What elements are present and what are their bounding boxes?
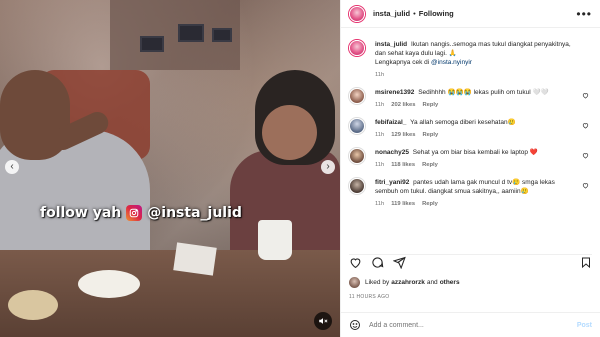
comment-item: msirene1392 Sedihhhh 😭😭😭 lekas pulih om … xyxy=(349,88,592,108)
comment-username[interactable]: msirene1392 xyxy=(375,89,414,96)
reply-button[interactable]: Reply xyxy=(422,102,438,108)
more-icon[interactable]: ••• xyxy=(576,8,592,20)
following-button[interactable]: Following xyxy=(419,9,454,18)
avatar[interactable] xyxy=(349,148,365,164)
scene-napkin xyxy=(173,242,217,276)
heart-icon[interactable] xyxy=(582,92,589,99)
comment-likes[interactable]: 129 likes xyxy=(391,132,415,138)
likes-others[interactable]: others xyxy=(440,279,460,286)
comment-text: Ya allah semoga diberi kesehatan🥲 xyxy=(410,119,516,126)
avatar[interactable] xyxy=(349,118,365,134)
scene-tv xyxy=(178,24,204,42)
scene-tv xyxy=(140,36,164,52)
reply-button[interactable]: Reply xyxy=(422,162,438,168)
comment-username[interactable]: fitri_yani92 xyxy=(375,179,409,186)
post-side-panel: insta_julid • Following ••• insta_julid … xyxy=(340,0,600,337)
scene-food xyxy=(8,290,58,320)
post-action-bar xyxy=(349,254,592,270)
heart-icon[interactable] xyxy=(582,152,589,159)
likes-and: and xyxy=(426,279,438,286)
comment-item: fitri_yani92 pantes udah lama gak muncul… xyxy=(349,178,592,207)
avatar[interactable] xyxy=(349,178,365,194)
comment-composer: Add a comment... Post xyxy=(341,312,600,337)
avatar[interactable] xyxy=(349,40,365,56)
comment-username[interactable]: febifaizal_ xyxy=(375,119,406,126)
post-comment-button[interactable]: Post xyxy=(577,322,592,329)
caption-link[interactable]: @insta.nyinyir xyxy=(431,59,472,66)
comment-likes[interactable]: 119 likes xyxy=(391,201,415,207)
reply-button[interactable]: Reply xyxy=(422,132,438,138)
comment-icon[interactable] xyxy=(371,256,384,269)
comment-username[interactable]: nonachy25 xyxy=(375,149,409,156)
comment-time: 11h xyxy=(375,132,385,138)
scene-mug xyxy=(258,220,292,260)
header-separator: • xyxy=(413,9,416,18)
heart-icon[interactable] xyxy=(349,256,362,269)
comment-item: febifaizal_ Ya allah semoga diberi keseh… xyxy=(349,118,592,138)
chevron-right-icon: › xyxy=(326,161,330,172)
post-caption: insta_julid Ikutan nangis..semoga mas tu… xyxy=(349,40,592,78)
comment-item: nonachy25 Sehat ya om biar bisa kembali … xyxy=(349,148,592,168)
avatar[interactable] xyxy=(349,5,365,22)
bookmark-icon[interactable] xyxy=(580,256,592,269)
mute-icon xyxy=(319,318,328,324)
likes-prefix: Liked by xyxy=(365,279,390,286)
post-media[interactable]: follow yah @insta_julid ‹ › xyxy=(0,0,340,337)
comment-time: 11h xyxy=(375,162,385,168)
emoji-icon[interactable] xyxy=(349,319,361,331)
previous-media-button[interactable]: ‹ xyxy=(5,160,19,174)
chevron-left-icon: ‹ xyxy=(10,161,14,172)
reply-button[interactable]: Reply xyxy=(422,201,438,207)
scene-person-right-face xyxy=(262,105,317,160)
comment-text: Sedihhhh 😭😭😭 lekas pulih om tukul 🤍🤍 xyxy=(418,89,549,96)
avatar[interactable] xyxy=(349,277,360,288)
comment-likes[interactable]: 118 likes xyxy=(391,162,415,168)
share-icon[interactable] xyxy=(393,256,406,269)
comment-text: Sehat ya om biar bisa kembali ke laptop … xyxy=(412,149,538,156)
caption-text-2: Lengkapnya cek di xyxy=(375,59,430,66)
post-username[interactable]: insta_julid xyxy=(373,9,410,18)
comments-list[interactable]: insta_julid Ikutan nangis..semoga mas tu… xyxy=(341,34,600,249)
next-media-button[interactable]: › xyxy=(321,160,335,174)
comment-input[interactable]: Add a comment... xyxy=(369,322,577,329)
scene-plate xyxy=(78,270,140,298)
post-timestamp: 11 HOURS AGO xyxy=(349,294,390,300)
comment-time: 11h xyxy=(375,102,385,108)
scene-tv xyxy=(212,28,232,42)
scene-table xyxy=(0,250,340,337)
caption-username[interactable]: insta_julid xyxy=(375,41,407,48)
comment-time: 11h xyxy=(375,201,385,207)
caption-time: 11h xyxy=(375,72,385,78)
watermark-text: follow yah xyxy=(40,205,122,221)
video-watermark: follow yah @insta_julid xyxy=(40,205,242,221)
watermark-handle: @insta_julid xyxy=(147,205,242,221)
post-header: insta_julid • Following ••• xyxy=(341,0,600,28)
avatar[interactable] xyxy=(349,88,365,104)
instagram-icon xyxy=(126,205,143,221)
mute-button[interactable] xyxy=(314,312,332,330)
heart-icon[interactable] xyxy=(582,182,589,189)
likes-user[interactable]: azzahrorzk xyxy=(391,279,425,286)
comment-likes[interactable]: 202 likes xyxy=(391,102,415,108)
heart-icon[interactable] xyxy=(582,122,589,129)
likes-summary[interactable]: Liked by azzahrorzk and others xyxy=(349,277,592,288)
